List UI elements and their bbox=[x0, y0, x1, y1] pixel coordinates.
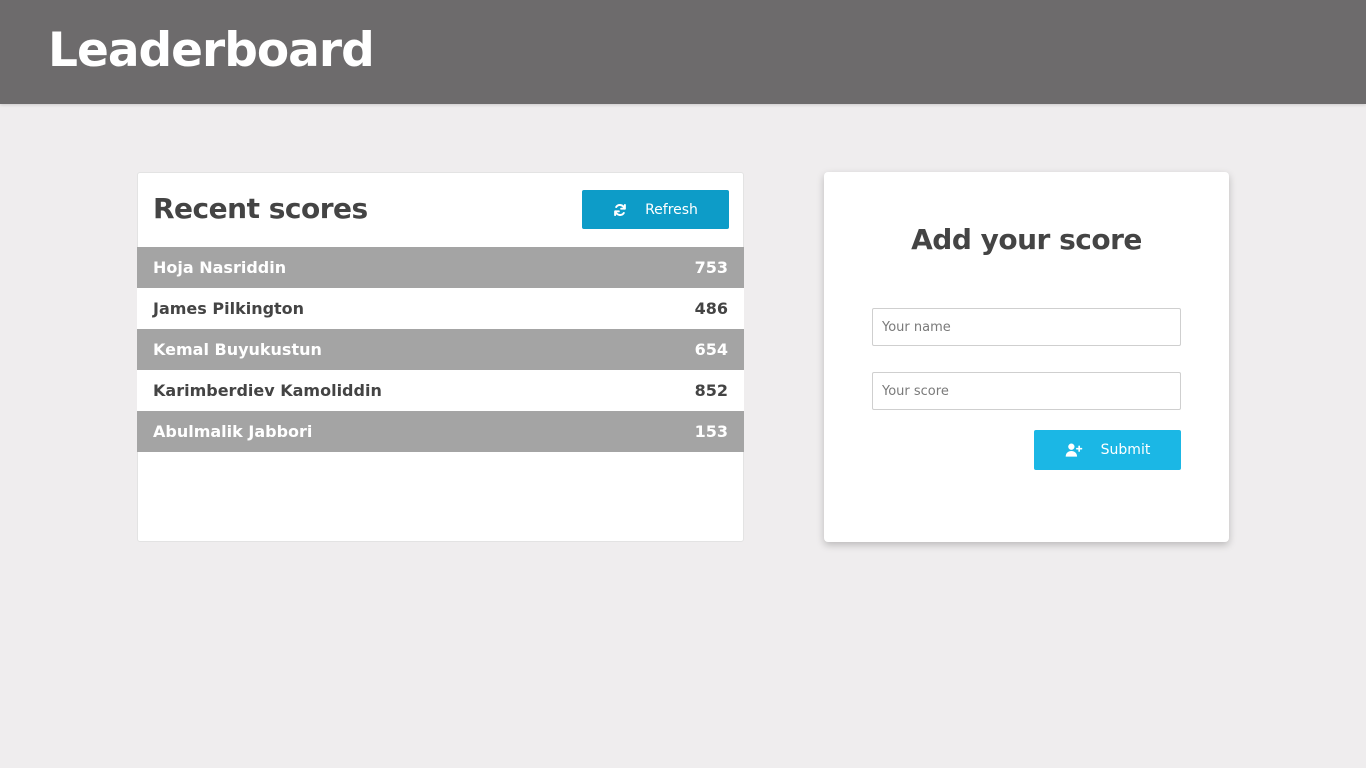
player-score: 753 bbox=[694, 258, 728, 277]
score-row: Karimberdiev Kamoliddin 852 bbox=[137, 370, 744, 411]
player-score: 486 bbox=[694, 299, 728, 318]
player-name: Hoja Nasriddin bbox=[153, 258, 287, 277]
score-list: Hoja Nasriddin 753 James Pilkington 486 … bbox=[137, 247, 744, 452]
refresh-button[interactable]: Refresh bbox=[582, 190, 729, 229]
sync-icon bbox=[613, 203, 627, 217]
app-header: Leaderboard bbox=[0, 0, 1366, 104]
submit-button[interactable]: Submit bbox=[1034, 430, 1181, 470]
player-name: Abulmalik Jabbori bbox=[153, 422, 313, 441]
player-name: Kemal Buyukustun bbox=[153, 340, 322, 359]
player-score: 852 bbox=[694, 381, 728, 400]
score-row: Hoja Nasriddin 753 bbox=[137, 247, 744, 288]
score-row: Abulmalik Jabbori 153 bbox=[137, 411, 744, 452]
add-score-card: Add your score Submit bbox=[824, 172, 1229, 542]
recent-scores-title: Recent scores bbox=[153, 192, 368, 225]
add-score-title: Add your score bbox=[911, 223, 1142, 256]
recent-scores-card: Recent scores Refresh Hoja Nasriddin 753… bbox=[137, 172, 744, 542]
page-title: Leaderboard bbox=[48, 23, 375, 78]
player-name: Karimberdiev Kamoliddin bbox=[153, 381, 382, 400]
player-score: 153 bbox=[694, 422, 728, 441]
score-input[interactable] bbox=[872, 372, 1181, 410]
refresh-button-label: Refresh bbox=[645, 201, 698, 218]
user-plus-icon bbox=[1065, 443, 1083, 457]
player-name: James Pilkington bbox=[153, 299, 305, 318]
score-row: Kemal Buyukustun 654 bbox=[137, 329, 744, 370]
submit-button-label: Submit bbox=[1100, 442, 1151, 458]
name-input[interactable] bbox=[872, 308, 1181, 346]
score-row: James Pilkington 486 bbox=[137, 288, 744, 329]
player-score: 654 bbox=[694, 340, 728, 359]
